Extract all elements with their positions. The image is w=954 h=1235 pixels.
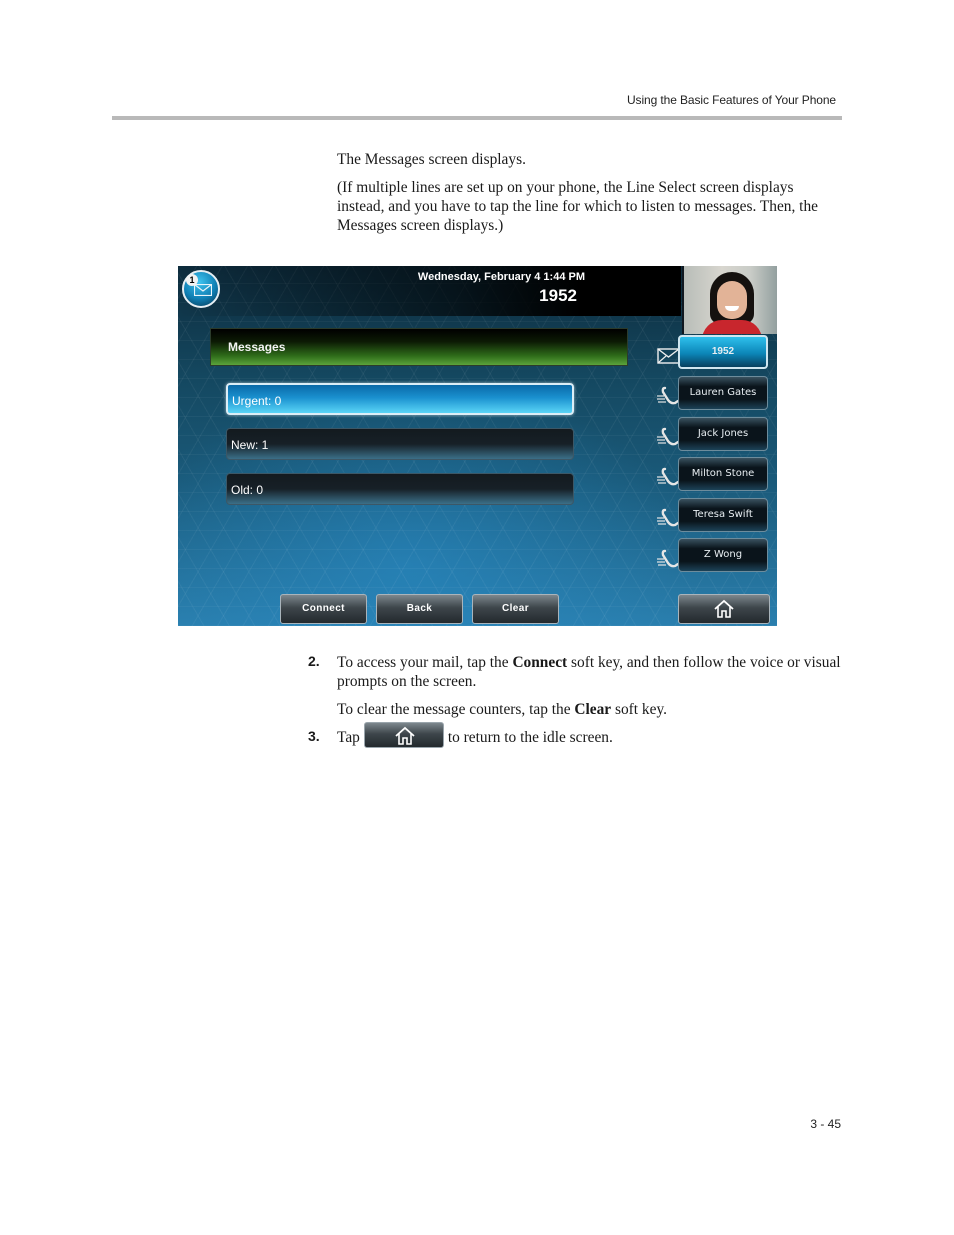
screen-title: Messages [228, 340, 286, 354]
step-number: 3. [308, 728, 320, 744]
step-text-part: To access your mail, tap the [337, 654, 513, 671]
new-messages-item[interactable]: New: 1 [226, 428, 574, 460]
line-key-z-wong[interactable]: Z Wong [678, 538, 768, 572]
step-text-part: soft key. [611, 701, 667, 718]
inline-home-button-image [363, 722, 444, 749]
list-item-label: Old: 0 [231, 483, 264, 497]
list-item-label: Urgent: 0 [232, 394, 282, 408]
connect-keyword: Connect [512, 654, 568, 671]
connect-softkey[interactable]: Connect [280, 594, 367, 624]
step-2-text: To access your mail, tap the Connect sof… [337, 653, 842, 691]
status-bar: Wednesday, February 4 1:44 PM 1952 [178, 266, 681, 316]
header-rule [112, 116, 842, 120]
line-key-lauren-gates[interactable]: Lauren Gates [678, 376, 768, 410]
back-softkey[interactable]: Back [376, 594, 463, 624]
home-icon [714, 599, 734, 618]
step-text-part: Tap [337, 729, 360, 746]
intro-note-paragraph: (If multiple lines are set up on your ph… [337, 179, 818, 234]
urgent-messages-item[interactable]: Urgent: 0 [226, 383, 574, 415]
step-number: 2. [308, 653, 320, 669]
line-key-jack-jones[interactable]: Jack Jones [678, 417, 768, 451]
step-text-part: to return to the idle screen. [447, 729, 613, 746]
contact-photo [682, 266, 777, 334]
step-2-subtext: To clear the message counters, tap the C… [337, 700, 842, 719]
clear-softkey[interactable]: Clear [472, 594, 559, 624]
home-icon [395, 727, 415, 746]
line-key-milton-stone[interactable]: Milton Stone [678, 457, 768, 491]
screen-title-bar: Messages [210, 328, 628, 366]
envelope-icon [194, 284, 212, 296]
list-item-label: New: 1 [231, 438, 269, 452]
page-number: 3 - 45 [810, 1117, 841, 1131]
message-count-badge: 1 [186, 274, 198, 286]
step-3-text: Tap to return to the idle screen. [337, 722, 842, 749]
phone-screen-figure: Wednesday, February 4 1:44 PM 1952 1 Mes… [178, 266, 777, 626]
old-messages-item[interactable]: Old: 0 [226, 473, 574, 505]
line-key-1952[interactable]: 1952 [678, 335, 768, 369]
intro-paragraph: The Messages screen displays. [337, 151, 526, 168]
date-time: Wednesday, February 4 1:44 PM [417, 271, 585, 283]
clear-keyword: Clear [574, 701, 612, 718]
extension-number: 1952 [539, 286, 577, 305]
home-button[interactable] [678, 594, 770, 624]
running-header: Using the Basic Features of Your Phone [626, 93, 836, 107]
message-indicator-button[interactable]: 1 [182, 270, 220, 308]
step-text-part: To clear the message counters, tap the [337, 701, 575, 718]
line-key-teresa-swift[interactable]: Teresa Swift [678, 498, 768, 532]
